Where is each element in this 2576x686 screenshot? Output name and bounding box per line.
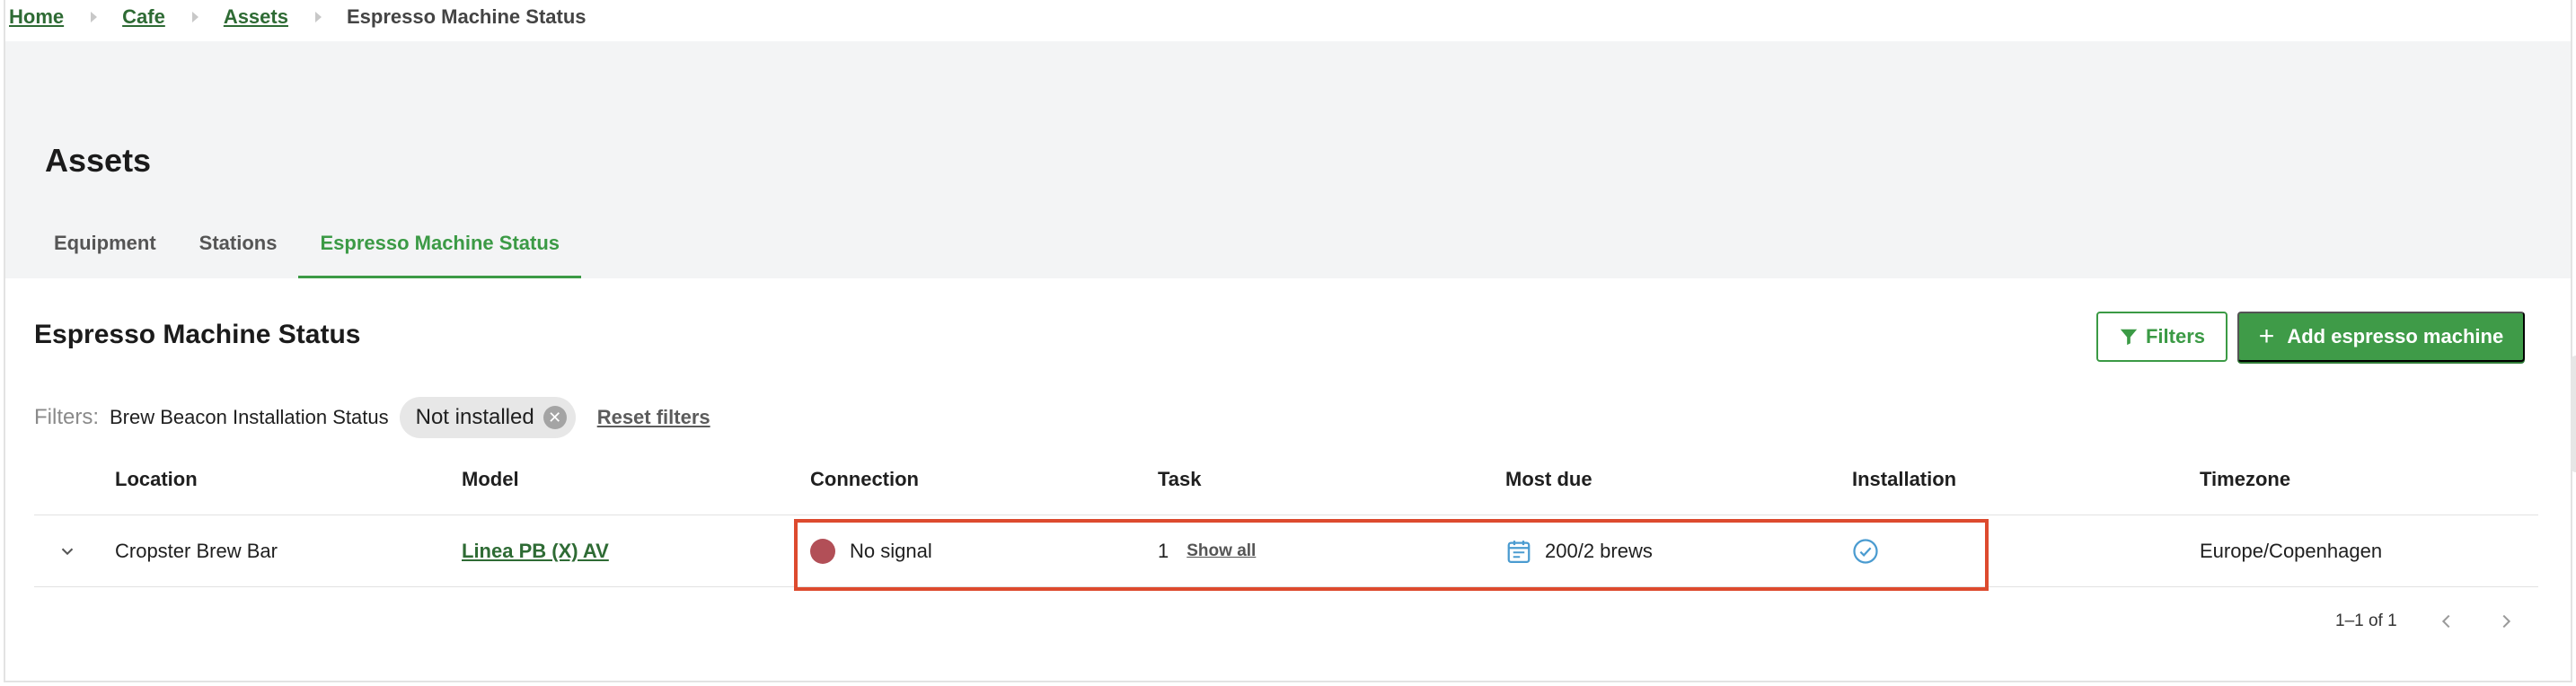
task-count: 1 xyxy=(1158,540,1169,562)
table-header: Location Model Connection Task Most due … xyxy=(34,454,2538,515)
tab-stations[interactable]: Stations xyxy=(178,219,299,278)
calendar-icon xyxy=(1507,541,1531,563)
show-all-tasks-link[interactable]: Show all xyxy=(1187,541,1256,561)
tab-equipment[interactable]: Equipment xyxy=(32,219,178,278)
plus-icon: + xyxy=(2258,321,2275,351)
model-link[interactable]: Linea PB (X) AV xyxy=(462,540,609,563)
remove-filter-icon[interactable]: ✕ xyxy=(543,406,567,429)
connection-status-dot-icon xyxy=(810,539,835,564)
cell-model: Linea PB (X) AV xyxy=(462,515,609,587)
cell-installation xyxy=(1852,515,1879,587)
cell-most-due: 200/2 brews xyxy=(1505,515,1653,587)
column-header-connection[interactable]: Connection xyxy=(810,454,919,515)
tab-bar: Equipment Stations Espresso Machine Stat… xyxy=(32,219,582,278)
expand-row-chevron-icon[interactable] xyxy=(57,515,77,587)
breadcrumb-separator-icon xyxy=(191,12,198,22)
breadcrumb: Home Cafe Assets Espresso Machine Status xyxy=(9,2,587,32)
column-header-most-due[interactable]: Most due xyxy=(1505,454,1592,515)
breadcrumb-separator-icon xyxy=(91,12,98,22)
side-panel-handle[interactable] xyxy=(2571,356,2576,472)
most-due-value: 200/2 brews xyxy=(1545,540,1653,562)
reset-filters-link[interactable]: Reset filters xyxy=(597,406,710,429)
column-header-installation[interactable]: Installation xyxy=(1852,454,1956,515)
column-header-model[interactable]: Model xyxy=(462,454,519,515)
check-circle-icon xyxy=(1853,539,1878,564)
assets-table: Location Model Connection Task Most due … xyxy=(34,454,2538,587)
filters-button[interactable]: Filters xyxy=(2096,312,2228,362)
next-page-chevron-icon[interactable] xyxy=(2496,611,2516,631)
previous-page-chevron-icon[interactable] xyxy=(2437,611,2457,631)
filter-icon xyxy=(2120,329,2138,346)
column-header-location[interactable]: Location xyxy=(115,454,198,515)
pagination: 1–1 of 1 xyxy=(2335,607,2516,636)
breadcrumb-assets-link[interactable]: Assets xyxy=(224,5,288,29)
breadcrumb-separator-icon xyxy=(314,12,322,22)
filters-label: Filters: xyxy=(34,405,99,429)
section-title: Espresso Machine Status xyxy=(34,320,361,349)
breadcrumb-cafe-link[interactable]: Cafe xyxy=(122,5,165,29)
cell-connection: No signal xyxy=(810,515,932,587)
filter-chip: Not installed ✕ xyxy=(399,397,576,438)
table-row: Cropster Brew Bar Linea PB (X) AV No sig… xyxy=(34,515,2538,587)
add-espresso-machine-button[interactable]: + Add espresso machine xyxy=(2237,312,2525,362)
filter-chip-value: Not installed xyxy=(415,405,534,429)
breadcrumb-current: Espresso Machine Status xyxy=(346,5,587,28)
active-filters-row: Filters: Brew Beacon Installation Status… xyxy=(34,397,710,438)
column-header-timezone[interactable]: Timezone xyxy=(2200,454,2290,515)
add-button-label: Add espresso machine xyxy=(2287,325,2504,347)
cell-location: Cropster Brew Bar xyxy=(115,540,278,562)
connection-status-text: No signal xyxy=(850,540,932,562)
cell-task: 1 Show all xyxy=(1158,515,1256,587)
pagination-range: 1–1 of 1 xyxy=(2335,611,2397,630)
filters-button-label: Filters xyxy=(2145,325,2206,347)
page-title: Assets xyxy=(45,142,152,179)
cell-timezone: Europe/Copenhagen xyxy=(2200,540,2383,562)
breadcrumb-home-link[interactable]: Home xyxy=(9,5,64,29)
tab-espresso-machine-status[interactable]: Espresso Machine Status xyxy=(298,219,582,278)
filter-name: Brew Beacon Installation Status xyxy=(110,406,389,428)
column-header-task[interactable]: Task xyxy=(1158,454,1202,515)
